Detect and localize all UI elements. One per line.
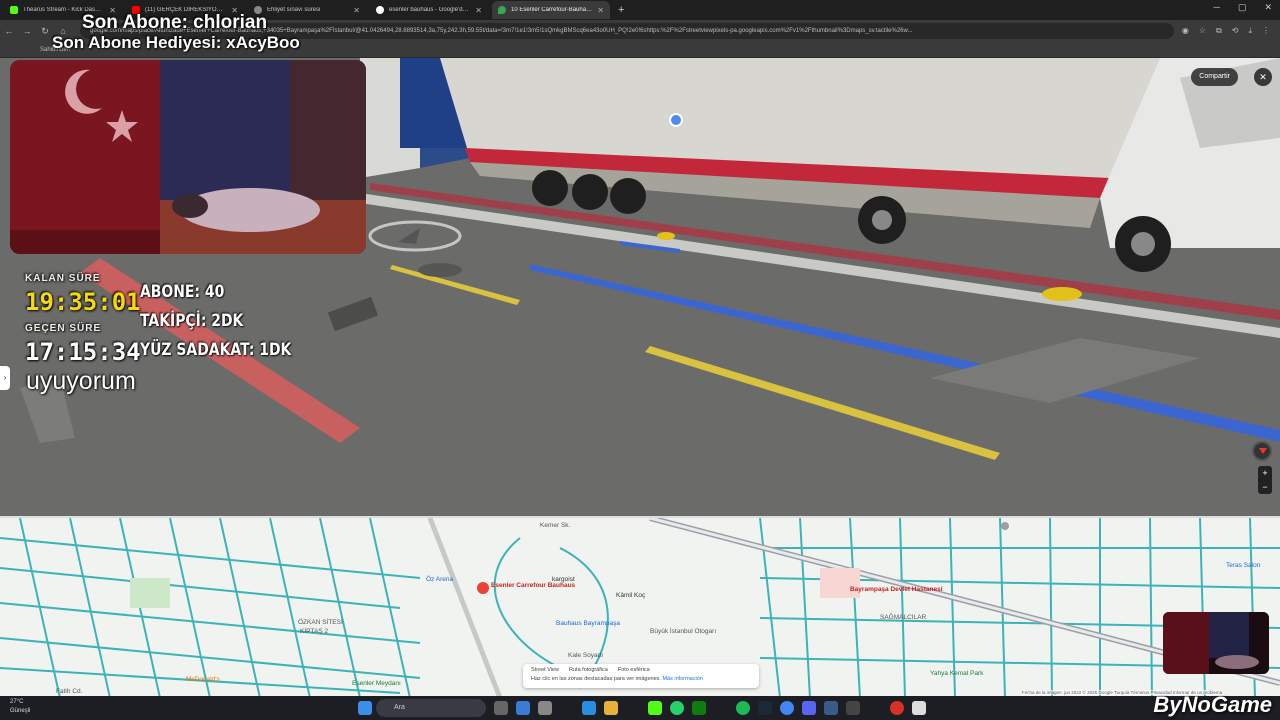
map-label[interactable]: McDonald's bbox=[186, 676, 220, 683]
xbox-icon[interactable] bbox=[692, 701, 706, 715]
taskbar-search[interactable]: Ara bbox=[376, 699, 486, 717]
kick-app-icon[interactable] bbox=[648, 701, 662, 715]
street-view-layer-label[interactable]: Street View bbox=[531, 667, 559, 673]
layers-hint-text: Haz clic en las zonas destacadas para ve… bbox=[531, 676, 661, 682]
kick-icon bbox=[10, 6, 18, 14]
zoom-out-icon[interactable]: − bbox=[1258, 480, 1272, 494]
last-gift-sub-text: Son Abone Hediyesi: xAcyBoo bbox=[52, 33, 300, 52]
minimize-icon[interactable]: ─ bbox=[1214, 2, 1220, 13]
close-tab-icon[interactable]: ✕ bbox=[597, 6, 604, 15]
compass-icon[interactable] bbox=[1252, 441, 1272, 461]
status-text: uyuyorum bbox=[26, 367, 136, 395]
back-icon[interactable]: ← bbox=[0, 26, 18, 36]
collapse-panel-handle[interactable]: › bbox=[0, 366, 10, 390]
close-tab-icon[interactable]: ✕ bbox=[353, 6, 360, 15]
elapsed-time-value: 17:15:34 bbox=[25, 338, 141, 366]
screen: Thearus Stream - Kick Dashboard ✕ (11) G… bbox=[0, 0, 1280, 720]
zoom-in-icon[interactable]: + bbox=[1258, 466, 1272, 480]
map-label[interactable]: Yahya Kemal Park bbox=[930, 670, 983, 677]
obs-icon[interactable] bbox=[846, 701, 860, 715]
follow-stat-text: TAKİPÇİ: 2DK bbox=[140, 311, 244, 331]
webcam-overlay bbox=[10, 60, 366, 254]
steam-icon[interactable] bbox=[758, 701, 772, 715]
place-name-label[interactable]: Esenler Carrefour Bauhaus bbox=[491, 582, 575, 589]
zoom-control[interactable]: + − bbox=[1258, 466, 1272, 494]
map-label[interactable]: Bauhaus Bayrampaşa bbox=[556, 620, 620, 627]
whatsapp-icon[interactable] bbox=[670, 701, 684, 715]
close-street-view-button[interactable]: ✕ bbox=[1254, 68, 1272, 86]
close-tab-icon[interactable]: ✕ bbox=[475, 6, 482, 15]
last-subscriber-text: Son Abone: chlorian bbox=[82, 12, 268, 33]
task-view-icon[interactable] bbox=[494, 701, 508, 715]
map-label[interactable]: Büyük İstanbul Otogarı bbox=[650, 628, 716, 635]
remaining-time-value: 19:35:01 bbox=[25, 288, 141, 316]
map-label[interactable]: Kâmil Koç bbox=[616, 592, 645, 599]
toolbar-icons: ◉ ☆ ⧉ ⟲ ⤓ ⋮ bbox=[1182, 26, 1270, 36]
map-label[interactable]: Teras Salon bbox=[1226, 562, 1260, 569]
photos-icon[interactable] bbox=[824, 701, 838, 715]
map-label[interactable]: Bayrampaşa Devlet Hastanesi bbox=[850, 586, 943, 593]
forward-icon[interactable]: → bbox=[18, 26, 36, 36]
share-button[interactable]: Compartir bbox=[1191, 68, 1238, 86]
maps-pin-icon bbox=[498, 6, 506, 14]
mini-webcam-overlay bbox=[1163, 612, 1269, 674]
edge-icon[interactable] bbox=[582, 701, 596, 715]
google-icon bbox=[376, 6, 384, 14]
map-label: Kale Soyadı bbox=[568, 652, 604, 659]
location-icon[interactable]: ◉ bbox=[1182, 26, 1189, 36]
close-window-icon[interactable]: ✕ bbox=[1264, 2, 1272, 13]
remaining-time-label: KALAN SÜRE bbox=[25, 273, 101, 284]
tab-title: esenler bauhaus - Google'da Ara bbox=[389, 7, 471, 13]
start-menu-icon[interactable] bbox=[358, 701, 372, 715]
map-label: SAĞMALCILAR bbox=[880, 614, 927, 621]
tab-google-maps[interactable]: 10 Esenler Carrefour-Bauhaus - G ✕ bbox=[492, 1, 610, 19]
new-tab-button[interactable]: + bbox=[618, 4, 624, 16]
window-controls: ─ ▢ ✕ bbox=[1214, 2, 1272, 13]
weather-text: Güneşli bbox=[10, 708, 31, 714]
map-label: KİPTAŞ 2 bbox=[300, 628, 329, 635]
windows-taskbar: 27°C Güneşli Ara bbox=[0, 696, 1280, 720]
tab-title: Ehliyet sınavı süresi bbox=[267, 7, 321, 13]
map-label[interactable]: kargoist bbox=[552, 576, 575, 583]
tab-title: 10 Esenler Carrefour-Bauhaus - G bbox=[511, 7, 593, 13]
map-label: ÖZKAN SİTESİ bbox=[298, 619, 343, 626]
elapsed-time-label: GEÇEN SÜRE bbox=[25, 323, 102, 334]
mini-webcam-image bbox=[1163, 612, 1269, 674]
sub-stat-text: ABONE: 40 bbox=[140, 282, 225, 302]
bynogame-logo: ByNoGame bbox=[1153, 692, 1272, 717]
extensions-icon[interactable]: ⧉ bbox=[1216, 26, 1222, 36]
photo-route-layer-label[interactable]: Ruta fotográfica bbox=[569, 667, 608, 673]
loyalty-stat-text: YÜZ SADAKAT: 1DK bbox=[140, 340, 292, 360]
document-icon[interactable] bbox=[912, 701, 926, 715]
temperature-text: 27°C bbox=[10, 699, 24, 705]
weather-widget[interactable]: 27°C Güneşli bbox=[10, 698, 30, 716]
maximize-icon[interactable]: ▢ bbox=[1238, 2, 1247, 13]
tab-google-search[interactable]: esenler bauhaus - Google'da Ara ✕ bbox=[370, 1, 488, 19]
history-icon[interactable]: ⟲ bbox=[1232, 26, 1239, 36]
map-label[interactable]: Esenler Meydanı bbox=[352, 680, 401, 687]
menu-icon[interactable]: ⋮ bbox=[1262, 26, 1270, 36]
discord-icon[interactable] bbox=[802, 701, 816, 715]
app-icon[interactable] bbox=[538, 701, 552, 715]
map-label: Fatih Cd. bbox=[56, 688, 83, 695]
map-label[interactable]: Öz Arena bbox=[426, 576, 453, 583]
more-info-link[interactable]: Más información bbox=[662, 676, 702, 682]
photo-sphere-layer-label[interactable]: Foto esférica bbox=[618, 667, 650, 673]
recording-icon[interactable] bbox=[890, 701, 904, 715]
spotify-icon[interactable] bbox=[736, 701, 750, 715]
map-label: Kemer Sk. bbox=[540, 522, 571, 529]
webcam-image bbox=[10, 60, 366, 254]
file-explorer-icon[interactable] bbox=[604, 701, 618, 715]
download-icon[interactable]: ⤓ bbox=[1248, 26, 1252, 36]
widgets-icon[interactable] bbox=[516, 701, 530, 715]
street-view-layers-legend: Street View Ruta fotográfica Foto esféri… bbox=[523, 664, 759, 688]
chrome-icon[interactable] bbox=[780, 701, 794, 715]
star-icon[interactable]: ☆ bbox=[1199, 26, 1206, 36]
